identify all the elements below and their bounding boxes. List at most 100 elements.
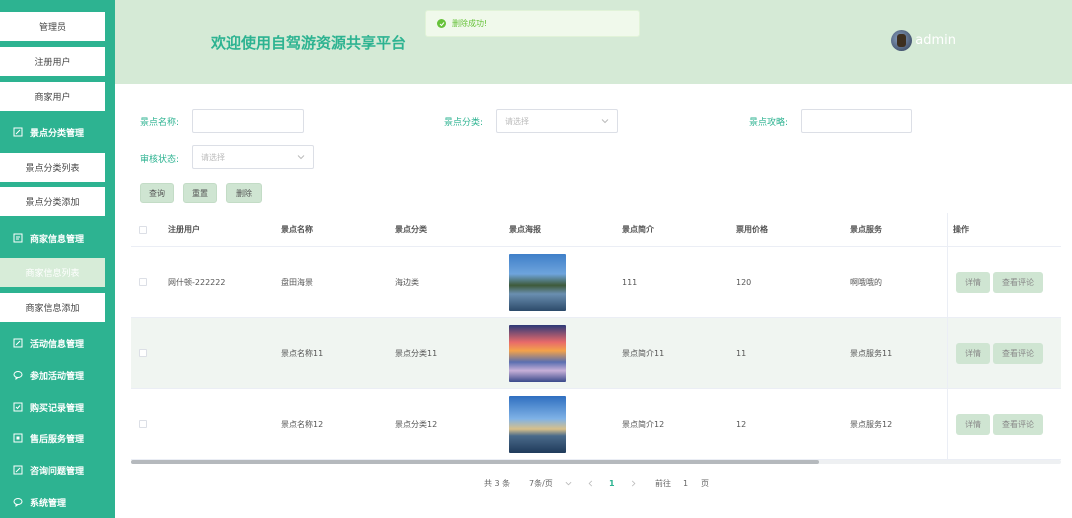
sidebar-item-label: 商家信息添加 bbox=[25, 304, 80, 314]
sidebar-item[interactable]: 商家信息列表 bbox=[0, 258, 105, 287]
avatar bbox=[891, 30, 913, 51]
poster-image bbox=[509, 396, 566, 453]
sidebar-group[interactable]: 景点分类管理 bbox=[0, 116, 115, 148]
cell-service: 景点服务11 bbox=[850, 349, 893, 358]
cell-intro: 景点简介11 bbox=[622, 349, 665, 358]
cell-service: 景点服务12 bbox=[850, 420, 893, 429]
chevron-down-icon bbox=[601, 119, 609, 124]
cell-intro: 111 bbox=[622, 278, 638, 287]
column-header: 景点海报 bbox=[509, 225, 541, 234]
edit-icon bbox=[13, 127, 23, 137]
sidebar-item[interactable]: 景点分类列表 bbox=[0, 153, 105, 182]
row-checkbox[interactable] bbox=[139, 349, 147, 357]
cell-category: 海边类 bbox=[395, 278, 419, 287]
chevron-left-icon bbox=[588, 480, 593, 486]
next-page-button[interactable] bbox=[630, 476, 637, 490]
name-label: 景点名称: bbox=[140, 118, 180, 128]
goto-input[interactable]: 1 bbox=[683, 476, 688, 490]
chevron-down-icon bbox=[297, 155, 305, 160]
box-icon bbox=[13, 433, 23, 443]
table-row[interactable]: 网什顿-222222 盘田海景 海边类 111 120 啊哦哦的 详情 查看评论 bbox=[131, 247, 1061, 318]
chevron-right-icon bbox=[631, 480, 636, 486]
poster-image bbox=[509, 325, 566, 382]
fixed-action-column bbox=[947, 213, 1061, 459]
row-checkbox[interactable] bbox=[139, 278, 147, 286]
sidebar-item-label: 管理员 bbox=[38, 23, 66, 33]
site-title: 欢迎使用自驾游资源共享平台 bbox=[211, 34, 407, 52]
reset-button[interactable]: 重置 bbox=[183, 183, 217, 203]
page-current[interactable]: 1 bbox=[609, 476, 615, 490]
sidebar-group-label: 系统管理 bbox=[30, 498, 67, 509]
row-checkbox[interactable] bbox=[139, 420, 147, 428]
query-button[interactable]: 查询 bbox=[140, 183, 174, 203]
sidebar-item-label: 商家信息列表 bbox=[25, 269, 80, 279]
sidebar-item[interactable]: 商家信息添加 bbox=[0, 293, 105, 322]
audit-select[interactable]: 请选择 bbox=[192, 145, 314, 169]
select-all-checkbox[interactable] bbox=[139, 226, 147, 234]
sidebar-group-label: 咨询问题管理 bbox=[30, 466, 85, 477]
sidebar-group[interactable]: 售后服务管理 bbox=[0, 422, 115, 454]
audit-label: 审核状态: bbox=[140, 155, 180, 165]
sidebar-group-label: 活动信息管理 bbox=[30, 339, 85, 350]
goto-suffix: 页 bbox=[701, 478, 709, 488]
sidebar-group-label: 景点分类管理 bbox=[30, 128, 85, 139]
column-header: 景点简介 bbox=[622, 225, 654, 234]
sidebar-group[interactable]: 购买记录管理 bbox=[0, 391, 115, 423]
chevron-down-icon bbox=[565, 481, 572, 485]
guide-input[interactable] bbox=[801, 109, 912, 133]
guide-label: 景点攻略: bbox=[749, 118, 789, 128]
sidebar-item[interactable]: 注册用户 bbox=[0, 47, 105, 76]
cell-category: 景点分类11 bbox=[395, 349, 438, 358]
edit-icon bbox=[13, 338, 23, 348]
cell-user: 网什顿-222222 bbox=[168, 278, 226, 287]
cell-price: 12 bbox=[736, 420, 747, 429]
chat-icon bbox=[13, 497, 23, 507]
cell-intro: 景点简介12 bbox=[622, 420, 665, 429]
sidebar-item-label: 商家用户 bbox=[34, 93, 71, 103]
sidebar-item[interactable]: 管理员 bbox=[0, 12, 105, 41]
cell-price: 11 bbox=[736, 349, 747, 358]
cell-category: 景点分类12 bbox=[395, 420, 438, 429]
delete-button[interactable]: 删除 bbox=[226, 183, 262, 203]
name-input[interactable] bbox=[192, 109, 304, 133]
check-square-icon bbox=[13, 402, 23, 412]
page-size-select[interactable]: 7条/页 bbox=[529, 476, 572, 490]
column-header: 注册用户 bbox=[168, 225, 200, 234]
cell-service: 啊哦哦的 bbox=[850, 278, 882, 287]
sidebar-item[interactable]: 景点分类添加 bbox=[0, 187, 105, 216]
sidebar-group[interactable]: 参加活动管理 bbox=[0, 359, 115, 391]
cell-price: 120 bbox=[736, 278, 752, 287]
sidebar-item-label: 注册用户 bbox=[34, 58, 71, 68]
page-size-value: 7条/页 bbox=[529, 478, 553, 488]
sidebar-item-label: 景点分类添加 bbox=[25, 198, 80, 208]
cell-name: 景点名称12 bbox=[281, 420, 324, 429]
poster-cell bbox=[509, 247, 566, 318]
data-table: 注册用户 景点名称 景点分类 景点海报 景点简介 票用价格 景点服务 操作 网什顿-22222… bbox=[131, 213, 1061, 460]
sidebar-group[interactable]: 活动信息管理 bbox=[0, 327, 115, 359]
prev-page-button[interactable] bbox=[587, 476, 594, 490]
table-row[interactable]: 景点名称12 景点分类12 景点简介12 12 景点服务12 详情 查看评论 bbox=[131, 389, 1061, 460]
sidebar-topbar bbox=[0, 0, 115, 7]
sidebar-item[interactable]: 商家用户 bbox=[0, 82, 105, 111]
sidebar-group[interactable]: 系统管理 bbox=[0, 486, 115, 518]
cell-name: 景点名称11 bbox=[281, 349, 324, 358]
category-select[interactable]: 请选择 bbox=[496, 109, 618, 133]
check-circle-icon bbox=[437, 19, 446, 28]
sidebar-group[interactable]: 咨询问题管理 bbox=[0, 454, 115, 486]
note-icon bbox=[13, 233, 23, 243]
sidebar-item-label: 景点分类列表 bbox=[25, 164, 80, 174]
poster-image bbox=[509, 254, 566, 311]
category-label: 景点分类: bbox=[444, 118, 484, 128]
horizontal-scrollbar[interactable] bbox=[131, 460, 819, 464]
sidebar-group-label: 商家信息管理 bbox=[30, 234, 85, 245]
sidebar-group[interactable]: 商家信息管理 bbox=[0, 222, 115, 254]
user-menu[interactable]: admin bbox=[891, 30, 956, 51]
sidebar-group-label: 参加活动管理 bbox=[30, 371, 85, 382]
edit-icon bbox=[13, 465, 23, 475]
pagination-total: 共 3 条 bbox=[484, 478, 511, 488]
sidebar: 管理员注册用户商家用户景点分类管理景点分类列表 景点分类添加商家信息管理商家信息列… bbox=[0, 0, 115, 518]
sidebar-group-label: 购买记录管理 bbox=[30, 403, 85, 414]
chat-icon bbox=[13, 370, 23, 380]
toast-message: 删除成功! bbox=[452, 19, 488, 28]
table-row[interactable]: 景点名称11 景点分类11 景点简介11 11 景点服务11 详情 查看评论 bbox=[131, 318, 1061, 389]
